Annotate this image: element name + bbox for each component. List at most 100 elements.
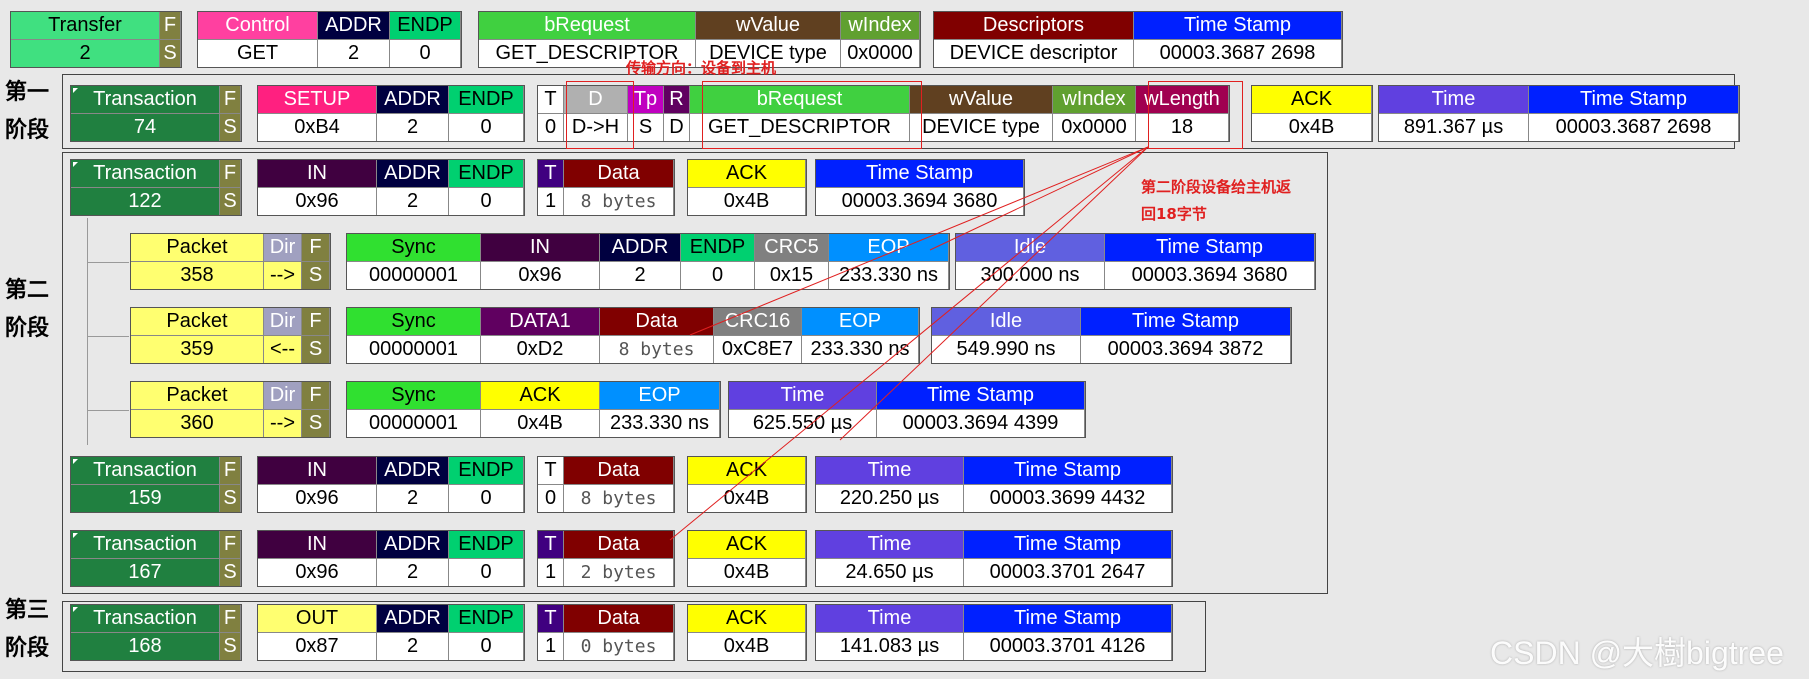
packet-cell[interactable]: Packet Dir F 359 <-- S — [130, 307, 331, 364]
descriptors-header: Descriptors — [934, 12, 1134, 40]
transfer-cell[interactable]: Transfer F 2 S — [10, 11, 182, 68]
time-header: Time — [816, 605, 964, 633]
addr-value: 2 — [377, 633, 449, 660]
data-value[interactable]: 0 bytes — [564, 633, 674, 660]
addr-value: 2 — [377, 485, 449, 512]
data-value[interactable]: 8 bytes — [600, 336, 714, 363]
flag-f: F — [220, 531, 241, 559]
flag-s: S — [220, 485, 241, 512]
packet-header: Packet — [131, 234, 264, 262]
t-header: T — [538, 160, 564, 188]
addr-value: 2 — [377, 114, 449, 141]
transaction-number: 167 — [71, 559, 220, 586]
packet-number: 360 — [131, 410, 264, 437]
timing: Time Stamp 00003.3694 3680 — [815, 159, 1025, 216]
timestamp-value: 00003.3694 3680 — [1105, 262, 1315, 289]
data-value[interactable]: 8 bytes — [564, 485, 674, 512]
stage-2-line2: 阶段 — [4, 316, 49, 341]
addr-header: ADDR — [377, 86, 449, 114]
r-value: D — [664, 114, 690, 141]
time-value: 625.550 µs — [729, 410, 877, 437]
timestamp-value: 00003.3694 3680 — [816, 188, 1024, 215]
data-packet: T Data 1 8 bytes — [537, 159, 675, 216]
transaction-cell[interactable]: Transaction F 167 S — [70, 530, 242, 587]
timestamp-value: 00003.3687 2698 — [1134, 40, 1342, 67]
flag-f: F — [220, 457, 241, 485]
watermark: CSDN @大樹bigtree — [1490, 635, 1784, 671]
addr-value: 2 — [600, 262, 681, 289]
stage-2-label: 第二 阶段 — [0, 272, 54, 348]
eop-value: 233.330 ns — [802, 336, 919, 363]
data-value[interactable]: 8 bytes — [564, 188, 674, 215]
idle-header: Idle — [932, 308, 1081, 336]
transaction-cell[interactable]: Transaction F 168 S — [70, 604, 242, 661]
addr-header: ADDR — [377, 531, 449, 559]
descriptors-value: DEVICE descriptor — [934, 40, 1134, 67]
transaction-cell[interactable]: Transaction F 122 S — [70, 159, 242, 216]
d-header: D — [564, 86, 628, 114]
transaction-header: Transaction — [71, 160, 220, 188]
ack-header: ACK — [688, 605, 806, 633]
eop-value: 233.330 ns — [829, 262, 949, 289]
packet-header: Packet — [131, 382, 264, 410]
timing: Time Time Stamp 220.250 µs 00003.3699 44… — [815, 456, 1173, 513]
setup-token: SETUP ADDR ENDP 0xB4 2 0 — [257, 85, 525, 142]
wlength-header: wLength — [1136, 86, 1229, 114]
timing: Time Time Stamp 24.650 µs 00003.3701 264… — [815, 530, 1173, 587]
eop-header: EOP — [600, 382, 720, 410]
endp-value: 0 — [449, 633, 524, 660]
packet-cell[interactable]: Packet Dir F 360 --> S — [130, 381, 331, 438]
control-field: Control ADDR ENDP GET 2 0 — [197, 11, 462, 68]
ack-header: ACK — [688, 160, 806, 188]
flag-s: S — [302, 410, 330, 437]
t-value: 1 — [538, 559, 564, 586]
endp-header: ENDP — [449, 531, 524, 559]
transaction-number: 122 — [71, 188, 220, 215]
sync-value: 00000001 — [347, 410, 481, 437]
data-value[interactable]: 2 bytes — [564, 559, 674, 586]
dir-value: <-- — [264, 336, 302, 363]
time-value: 220.250 µs — [816, 485, 964, 512]
packet-fields: Sync ACK EOP 00000001 0x4B 233.330 ns — [346, 381, 721, 438]
tp-header: Tp — [628, 86, 664, 114]
t-value: 1 — [538, 188, 564, 215]
idle-value: 549.990 ns — [932, 336, 1081, 363]
timestamp-header: Time Stamp — [877, 382, 1085, 410]
brequest-header: bRequest — [690, 86, 910, 114]
timing: Time Time Stamp 141.083 µs 00003.3701 41… — [815, 604, 1173, 661]
windex-value: 0x0000 — [841, 40, 920, 67]
r-header: R — [664, 86, 690, 114]
sync-header: Sync — [347, 308, 481, 336]
dir-header: Dir — [264, 234, 302, 262]
addr-header: ADDR — [600, 234, 681, 262]
crc16-value: 0xC8E7 — [714, 336, 802, 363]
flag-f: F — [302, 234, 330, 262]
addr-value: 2 — [318, 40, 390, 67]
wvalue-value: DEVICE type — [910, 114, 1053, 141]
direction-annotation: 传输方向：设备到主机 — [626, 59, 777, 77]
stage2-annotation-line2: 回18字节 — [1141, 205, 1207, 223]
t-value: 1 — [538, 633, 564, 660]
endp-value: 0 — [390, 40, 461, 67]
packet-fields: Sync DATA1 Data CRC16 EOP 00000001 0xD2 … — [346, 307, 920, 364]
dir-value: --> — [264, 262, 302, 289]
t-header: T — [538, 531, 564, 559]
brequest-header: bRequest — [479, 12, 696, 40]
data-header: Data — [564, 457, 674, 485]
packet-number: 358 — [131, 262, 264, 289]
transaction-number: 159 — [71, 485, 220, 512]
transaction-cell[interactable]: Transaction F 159 S — [70, 456, 242, 513]
data-packet: T Data 1 0 bytes — [537, 604, 675, 661]
flag-f: F — [220, 605, 241, 633]
packet-cell[interactable]: Packet Dir F 358 --> S — [130, 233, 331, 290]
endp-header: ENDP — [681, 234, 755, 262]
flag-f: F — [160, 12, 181, 40]
transaction-cell[interactable]: Transaction F 74 S — [70, 85, 242, 142]
transfer-number: 2 — [11, 40, 160, 67]
flag-s: S — [302, 336, 330, 363]
idle-header: Idle — [956, 234, 1105, 262]
endp-value: 0 — [449, 485, 524, 512]
endp-header: ENDP — [449, 605, 524, 633]
d-value: D->H — [564, 114, 628, 141]
transfer-header: Transfer — [11, 12, 160, 40]
